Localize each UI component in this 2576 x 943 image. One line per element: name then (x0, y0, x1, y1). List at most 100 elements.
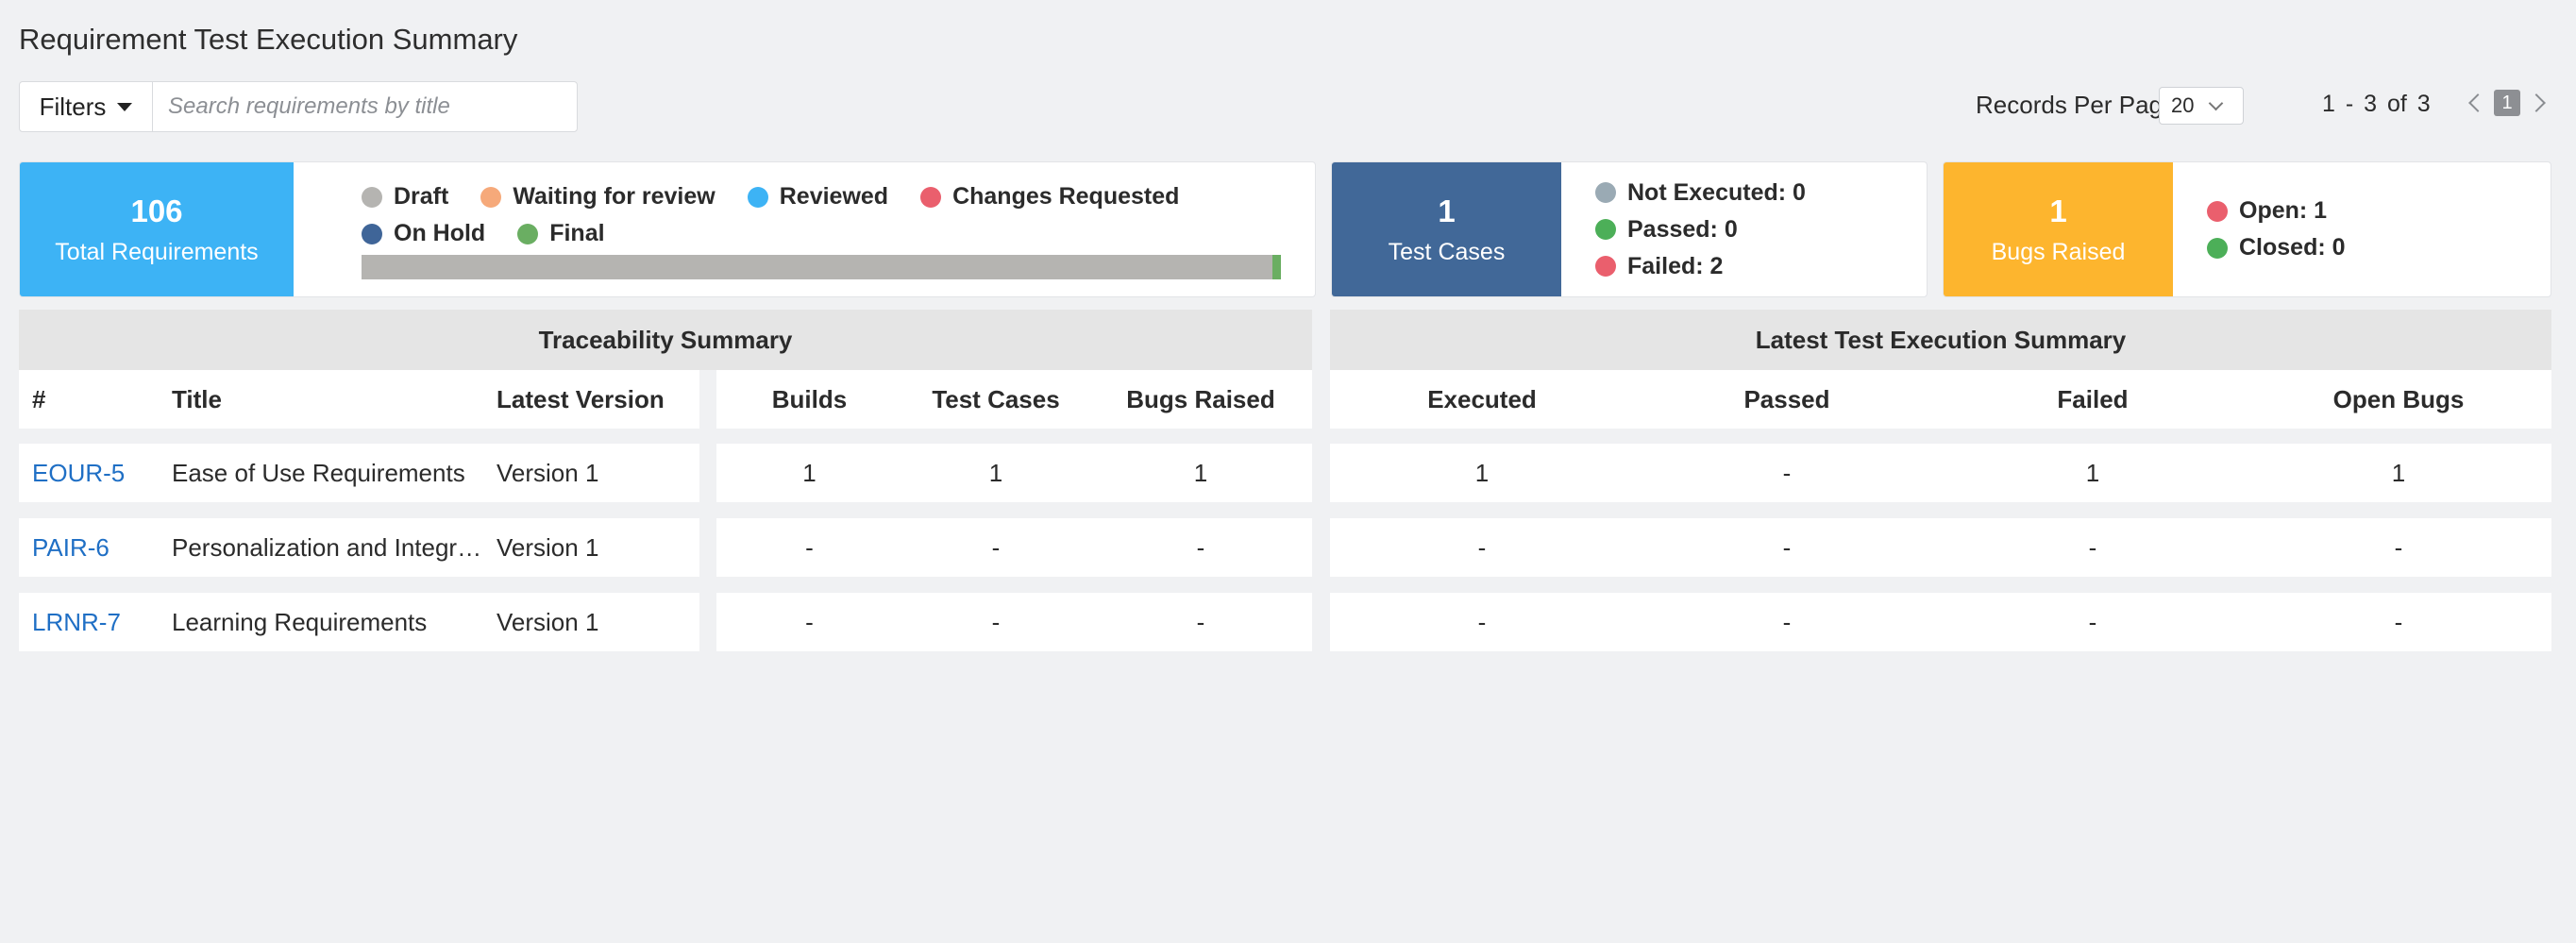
test-cases-value: - (991, 532, 1001, 562)
not-executed-dot-icon (1595, 182, 1616, 203)
requirements-legend: Draft Waiting for review Reviewed Change… (362, 183, 1192, 257)
requirements-label: Total Requirements (55, 238, 259, 265)
bugs-raised-value: - (1196, 607, 1205, 636)
requirement-id-link[interactable]: EOUR-5 (32, 459, 125, 487)
table-row: PAIR-6 Personalization and Integration Re… (19, 518, 1312, 577)
test-cases-tile: 1 Test Cases (1332, 162, 1561, 296)
passed-value: - (1782, 607, 1792, 636)
chevron-left-icon[interactable] (2468, 93, 2487, 112)
requirement-id-link[interactable]: LRNR-7 (32, 608, 121, 636)
legend-reviewed: Reviewed (747, 183, 888, 210)
executed-value: 1 (1474, 458, 1490, 487)
filters-button[interactable]: Filters (20, 82, 153, 131)
records-per-page-label: Records Per Page (1976, 91, 2177, 119)
table-row: ---- (1330, 593, 2551, 651)
final-dot-icon (517, 223, 539, 244)
test-cases-label: Test Cases (1388, 238, 1506, 265)
draft-dot-icon (362, 186, 382, 208)
legend-waiting-for-review: Waiting for review (480, 183, 716, 210)
builds-value: - (805, 532, 814, 562)
execution-title: Latest Test Execution Summary (1330, 310, 2551, 370)
pagination-range: 1 - 3 of 3 (2322, 91, 2431, 117)
filters-label: Filters (39, 92, 107, 121)
changes-requested-dot-icon (920, 186, 942, 208)
page-title: Requirement Test Execution Summary (19, 23, 518, 56)
open-bugs-value: - (2394, 532, 2403, 562)
requirement-title: Personalization and Integration Requirem… (172, 532, 484, 562)
traceability-header-row: # Title Latest Version Builds Test Cases… (19, 370, 1312, 429)
passed-value: - (1782, 532, 1792, 562)
bugs-card: 1 Bugs Raised Open: 1 Closed: 0 (1943, 161, 2551, 297)
requirement-id-link[interactable]: PAIR-6 (32, 533, 109, 562)
col-bugs-raised: Bugs Raised (1126, 384, 1275, 413)
builds-value: 1 (802, 458, 817, 487)
test-cases-count: 1 (1438, 193, 1456, 228)
table-row: EOUR-5 Ease of Use Requirements Version 1 1… (19, 444, 1312, 502)
on-hold-dot-icon (362, 223, 382, 244)
legend-final: Final (517, 220, 605, 247)
requirement-version: Version 1 (497, 458, 599, 487)
legend-changes-requested: Changes Requested (920, 183, 1179, 210)
table-row: 1 - 1 1 (1330, 444, 2551, 502)
passed-dot-icon (1595, 219, 1616, 240)
bugs-count: 1 (2049, 193, 2067, 228)
reviewed-dot-icon (747, 186, 768, 208)
failed-stat: Failed: 2 (1595, 253, 1806, 280)
bugs-tile: 1 Bugs Raised (1944, 162, 2173, 296)
col-title: Title (172, 384, 222, 413)
failed-value: - (2088, 532, 2097, 562)
requirement-title: Ease of Use Requirements (172, 458, 465, 487)
closed-bugs-stat: Closed: 0 (2207, 234, 2346, 261)
test-cases-value: - (991, 607, 1001, 636)
col-executed: Executed (1427, 384, 1537, 413)
bugs-raised-value: 1 (1193, 458, 1208, 487)
bugs-label: Bugs Raised (1991, 238, 2126, 265)
col-id: # (32, 384, 46, 413)
requirements-tile: 106 Total Requirements (20, 162, 294, 296)
requirements-count: 106 (130, 193, 183, 228)
traceability-table: Traceability Summary # Title Latest Vers… (19, 310, 1312, 667)
requirement-version: Version 1 (497, 532, 599, 562)
col-failed: Failed (2057, 384, 2129, 413)
builds-value: - (805, 607, 814, 636)
open-dot-icon (2207, 200, 2228, 222)
col-test-cases: Test Cases (932, 384, 1060, 413)
test-cases-breakdown: Not Executed: 0 Passed: 0 Failed: 2 (1561, 162, 1806, 296)
col-passed: Passed (1743, 384, 1830, 413)
executed-value: - (1477, 607, 1487, 636)
records-per-page-select[interactable]: 20 (2159, 87, 2244, 125)
failed-dot-icon (1595, 256, 1616, 277)
search-input[interactable] (153, 82, 577, 131)
requirement-title: Learning Requirements (172, 607, 428, 636)
table-row: ---- (1330, 518, 2551, 577)
filter-search-group: Filters (19, 81, 578, 132)
not-executed-stat: Not Executed: 0 (1595, 179, 1806, 207)
caret-down-icon (117, 102, 133, 111)
passed-value: - (1782, 458, 1792, 487)
records-per-page-value: 20 (2171, 93, 2195, 117)
open-bugs-value: - (2394, 607, 2403, 636)
open-bugs-value: 1 (2391, 458, 2406, 487)
legend-on-hold: On Hold (362, 220, 485, 247)
chevron-down-icon (2209, 95, 2224, 110)
open-bugs-stat: Open: 1 (2207, 197, 2346, 225)
closed-dot-icon (2207, 237, 2228, 259)
requirement-version: Version 1 (497, 607, 599, 636)
waiting-dot-icon (480, 186, 502, 208)
col-builds: Builds (771, 384, 848, 413)
requirements-card: 106 Total Requirements Draft Waiting for… (19, 161, 1316, 297)
bugs-breakdown: Open: 1 Closed: 0 (2173, 162, 2346, 296)
requirements-progress-bar (362, 255, 1281, 279)
col-open-bugs: Open Bugs (2332, 384, 2465, 413)
test-cases-value: 1 (988, 458, 1003, 487)
table-row: LRNR-7 Learning Requirements Version 1 - - - (19, 593, 1312, 651)
progress-final-segment (1272, 255, 1281, 279)
bugs-raised-value: - (1196, 532, 1205, 562)
execution-table: Latest Test Execution Summary Executed P… (1330, 310, 2551, 667)
executed-value: - (1477, 532, 1487, 562)
passed-stat: Passed: 0 (1595, 216, 1806, 244)
failed-value: - (2088, 607, 2097, 636)
chevron-right-icon[interactable] (2527, 93, 2546, 112)
current-page[interactable]: 1 (2494, 90, 2520, 116)
test-cases-card: 1 Test Cases Not Executed: 0 Passed: 0 F… (1331, 161, 1928, 297)
